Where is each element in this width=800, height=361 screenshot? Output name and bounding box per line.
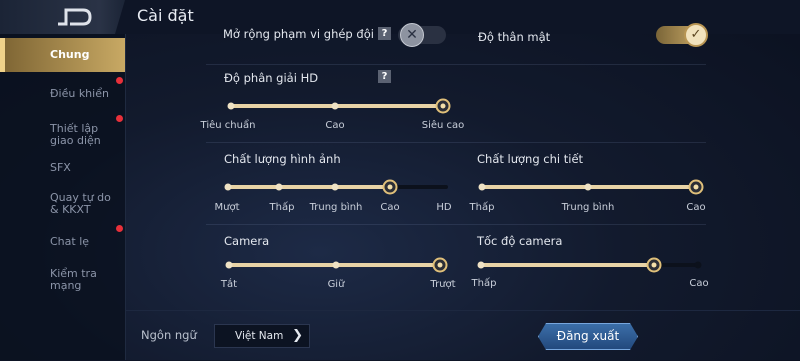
slider-tick — [331, 102, 339, 110]
expand-match-label: Mở rộng phạm vi ghép đội — [223, 27, 374, 41]
slider-tick — [224, 183, 232, 191]
slider-tick — [227, 102, 235, 110]
language-label: Ngôn ngữ — [141, 328, 197, 342]
help-icon[interactable]: ? — [378, 27, 391, 40]
sidebar-item-label: Chat lẹ — [50, 235, 90, 248]
sidebar-item-label: Điều khiển — [50, 87, 109, 100]
intimacy-label: Độ thân mật — [478, 30, 551, 44]
sidebar-item-free-camera[interactable]: Quay tự do & KKXT — [0, 184, 125, 224]
back-arrow-icon — [58, 8, 92, 26]
option-label: Thấp — [469, 202, 495, 213]
camera-label: Camera — [224, 234, 270, 248]
option-label: Cao — [380, 202, 400, 213]
divider — [206, 224, 706, 225]
slider-tick — [477, 261, 485, 269]
logout-button[interactable]: Đăng xuất — [538, 323, 638, 350]
slider-tick — [225, 261, 233, 269]
divider — [206, 64, 706, 65]
camera-speed-label: Tốc độ camera — [477, 234, 563, 248]
slider-tick — [331, 183, 339, 191]
sidebar-item-controls[interactable]: Điều khiển — [0, 77, 125, 111]
image-quality-fill — [226, 185, 390, 189]
sidebar-item-label: Chung — [50, 48, 90, 61]
sidebar-item-interface[interactable]: Thiết lập giao diện — [0, 115, 125, 155]
close-icon: ✕ — [400, 23, 424, 47]
hd-resolution-knob[interactable] — [435, 98, 451, 114]
detail-quality-knob[interactable] — [688, 179, 704, 195]
slider-tick — [275, 183, 283, 191]
option-label: Siêu cao — [421, 120, 465, 131]
intimacy-toggle[interactable]: ✓ — [656, 23, 708, 47]
option-label: Mượt — [214, 202, 240, 213]
expand-match-toggle[interactable]: ✕ — [398, 23, 446, 47]
notification-dot — [116, 115, 123, 122]
option-label: Trung bình — [561, 202, 615, 213]
sidebar-item-quick-chat[interactable]: Chat lẹ — [0, 225, 125, 259]
option-label: Tắt — [220, 279, 238, 290]
hd-resolution-label: Độ phân giải HD — [224, 71, 319, 85]
language-value: Việt Nam — [235, 330, 284, 342]
slider-tick — [584, 183, 592, 191]
slider-tick — [478, 183, 486, 191]
sidebar-item-label: Thiết lập giao diện — [50, 122, 101, 147]
settings-sidebar: Chung Điều khiển Thiết lập giao diện SFX… — [0, 34, 126, 360]
option-label: Cao — [325, 120, 345, 131]
sidebar-item-network-test[interactable]: Kiểm tra mạng — [0, 263, 125, 297]
back-button[interactable] — [0, 0, 125, 34]
camera-speed-knob[interactable] — [646, 257, 662, 273]
check-icon: ✓ — [684, 23, 708, 47]
divider — [206, 142, 706, 143]
sidebar-item-general[interactable]: Chung — [0, 38, 125, 72]
chevron-right-icon: ❯ — [292, 328, 303, 343]
settings-content: Mở rộng phạm vi ghép đội ? ✕ Độ thân mật… — [126, 23, 800, 310]
image-quality-label: Chất lượng hình ảnh — [224, 152, 341, 166]
option-label: Tiêu chuẩn — [200, 120, 256, 131]
notification-dot — [116, 225, 123, 232]
sidebar-item-label: Quay tự do & KKXT — [50, 191, 111, 216]
max-label: Cao — [689, 278, 709, 289]
option-label: HD — [436, 202, 452, 213]
settings-footer: Ngôn ngữ Việt Nam ❯ Đăng xuất — [126, 310, 800, 361]
slider-tick — [332, 261, 340, 269]
sidebar-item-sfx[interactable]: SFX — [0, 151, 125, 185]
language-select[interactable]: Việt Nam ❯ — [214, 324, 310, 348]
option-label: Trung bình — [309, 202, 363, 213]
sidebar-item-label: SFX — [50, 161, 71, 174]
image-quality-knob[interactable] — [382, 179, 398, 195]
page-title: Cài đặt — [137, 6, 194, 25]
option-label: Giữ — [327, 279, 345, 290]
min-label: Thấp — [471, 278, 497, 289]
help-icon[interactable]: ? — [378, 70, 391, 83]
slider-tick — [694, 261, 702, 269]
option-label: Thấp — [269, 202, 295, 213]
option-label: Cao — [686, 202, 706, 213]
option-label: Trượt — [430, 279, 456, 290]
camera-speed-fill — [479, 263, 654, 267]
camera-knob[interactable] — [432, 257, 448, 273]
notification-dot — [116, 77, 123, 84]
detail-quality-label: Chất lượng chi tiết — [477, 152, 584, 166]
sidebar-item-label: Kiểm tra mạng — [50, 267, 97, 292]
